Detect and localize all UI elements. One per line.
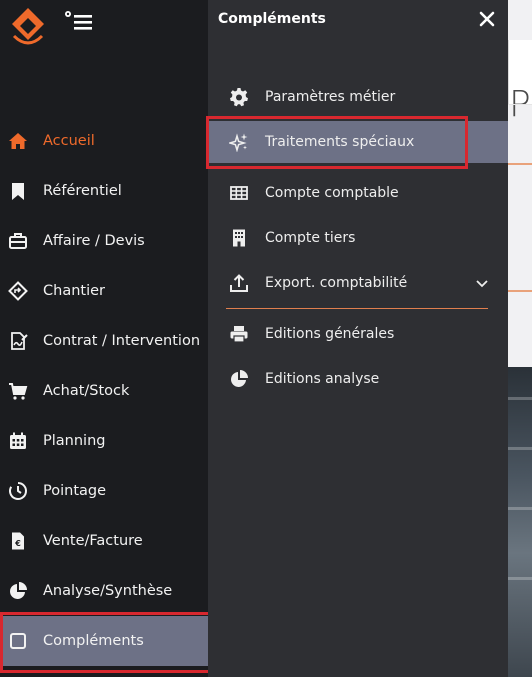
submenu-item-label: Traitements spéciaux (265, 134, 415, 150)
invoice-icon: € (7, 530, 29, 552)
close-icon[interactable] (476, 8, 498, 30)
road-sign-icon (7, 280, 29, 302)
sidebar-item-pointage[interactable]: Pointage (0, 466, 208, 516)
submenu-item-label: Compte comptable (265, 185, 399, 201)
submenu-item-parametres-metier[interactable]: Paramètres métier (208, 76, 508, 118)
photo-detail (508, 447, 532, 450)
sidebar-item-label: Chantier (43, 283, 105, 299)
gear-icon (228, 86, 250, 108)
photo-detail (508, 507, 532, 510)
chevron-down-icon[interactable] (474, 275, 490, 291)
sidebar-item-complements[interactable]: Compléments (0, 616, 208, 666)
sidebar-item-label: Achat/Stock (43, 383, 130, 399)
background-divider (508, 104, 532, 105)
sidebar-item-label: Pointage (43, 483, 107, 499)
background-page: P (508, 0, 532, 677)
sidebar-item-label: Affaire / Devis (43, 233, 145, 249)
sidebar-item-label: Planning (43, 433, 106, 449)
submenu-item-traitements-speciaux[interactable]: Traitements spéciaux (208, 121, 508, 163)
submenu-item-label: Compte tiers (265, 230, 356, 246)
main-sidebar: Accueil Référentiel Affaire / Devis Chan… (0, 0, 212, 677)
photo-detail (508, 577, 532, 580)
brand-logo-icon[interactable] (8, 6, 48, 46)
submenu-item-editions-analyse[interactable]: Editions analyse (208, 358, 508, 400)
background-accent-line (508, 163, 532, 165)
sparkles-icon (228, 131, 250, 153)
sidebar-item-chantier[interactable]: Chantier (0, 266, 208, 316)
sidebar-item-label: Compléments (43, 633, 144, 649)
pie-chart-icon (228, 368, 250, 390)
sidebar-item-referentiel[interactable]: Référentiel (0, 166, 208, 216)
complements-submenu-panel: Compléments Paramètres métier Traitement… (206, 0, 508, 677)
square-icon (7, 630, 29, 652)
sidebar-item-label: Contrat / Intervention (43, 333, 201, 349)
sidebar-item-achat-stock[interactable]: Achat/Stock (0, 366, 208, 416)
photo-detail (508, 397, 532, 400)
sidebar-item-label: Analyse/Synthèse (43, 583, 173, 599)
printer-icon (228, 323, 250, 345)
pie-chart-icon (7, 580, 29, 602)
building-icon (228, 227, 250, 249)
submenu-item-label: Editions générales (265, 326, 395, 342)
briefcase-icon (7, 230, 29, 252)
sidebar-item-accueil[interactable]: Accueil (0, 116, 208, 166)
home-icon (7, 130, 29, 152)
submenu-item-compte-tiers[interactable]: Compte tiers (208, 217, 508, 259)
sidebar-item-label: Référentiel (43, 183, 122, 199)
sidebar-item-affaire-devis[interactable]: Affaire / Devis (0, 216, 208, 266)
sidebar-item-label: Accueil (43, 133, 95, 149)
submenu-item-editions-generales[interactable]: Editions générales (208, 313, 508, 355)
submenu-item-compte-comptable[interactable]: Compte comptable (208, 172, 508, 214)
sidebar-item-analyse-synthese[interactable]: Analyse/Synthèse (0, 566, 208, 616)
sidebar-item-label: Vente/Facture (43, 533, 143, 549)
table-icon (228, 182, 250, 204)
contract-icon (7, 330, 29, 352)
sidebar-item-vente-facture[interactable]: € Vente/Facture (0, 516, 208, 566)
calendar-icon (7, 430, 29, 452)
cart-icon (7, 380, 29, 402)
timer-icon (7, 480, 29, 502)
upload-icon (228, 272, 250, 294)
submenu-item-label: Editions analyse (265, 371, 380, 387)
bookmark-icon (7, 180, 29, 202)
submenu-item-label: Export. comptabilité (265, 275, 408, 291)
submenu-item-export-comptabilite[interactable]: Export. comptabilité (208, 262, 508, 304)
background-photo (508, 367, 532, 677)
submenu-item-label: Paramètres métier (265, 89, 396, 105)
svg-text:€: € (14, 539, 21, 548)
submenu-divider (226, 308, 488, 309)
background-title-bar: P (508, 40, 532, 125)
panel-title: Compléments (218, 11, 326, 27)
gear-menu-icon[interactable] (62, 9, 94, 33)
background-accent-line (508, 290, 532, 292)
sidebar-item-planning[interactable]: Planning (0, 416, 208, 466)
sidebar-item-contrat-intervention[interactable]: Contrat / Intervention (0, 316, 208, 366)
